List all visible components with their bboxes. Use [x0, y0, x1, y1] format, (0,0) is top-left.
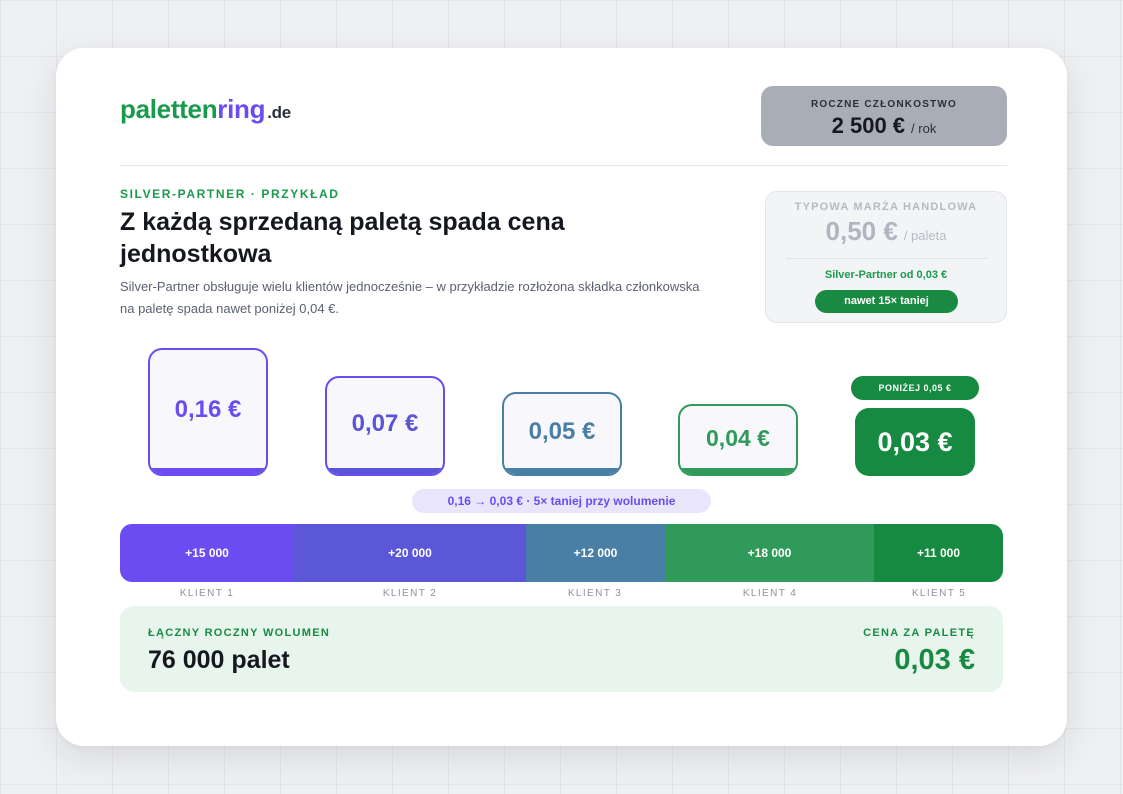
eyebrow-label: SILVER-PARTNER · PRZYKŁAD	[120, 187, 340, 201]
membership-unit: / rok	[911, 121, 937, 136]
client-label-2: KLIENT 2	[382, 588, 438, 599]
brand-tld: .de	[267, 103, 291, 122]
price-tile-2: 0,07 €	[325, 376, 445, 476]
volume-segment-client-5: +11 000	[874, 524, 1003, 582]
price-tile-accent	[327, 468, 443, 474]
price-per-pallet-label: CENA ZA PALETĘ	[863, 627, 975, 639]
price-tile-value: 0,04 €	[706, 424, 770, 451]
price-tile-1: 0,16 €	[148, 348, 268, 476]
client-label-1: KLIENT 1	[179, 588, 235, 599]
price-tile-value: 0,05 €	[528, 418, 596, 445]
volume-segment-client-3: +12 000	[526, 524, 665, 582]
price-tile-accent	[504, 468, 620, 474]
header-divider	[120, 165, 1007, 166]
partner-price-text: Silver-Partner od 0,03 €	[824, 269, 948, 281]
price-tile-5: 0,03 €	[855, 408, 975, 476]
price-tile-accent	[150, 468, 266, 474]
client-label-5: KLIENT 5	[911, 588, 967, 599]
brand-name-part2: ring	[217, 94, 266, 124]
intro-description: Silver-Partner obsługuje wielu klientów …	[120, 279, 700, 316]
margin-value: 0,50 €	[825, 216, 898, 246]
volume-bar: +15 000 +20 000 +12 000 +18 000 +11 000	[120, 524, 1003, 582]
membership-badge: ROCZNE CZŁONKOSTWO 2 500 € / rok	[761, 86, 1007, 146]
margin-price: 0,50 € / paleta	[766, 216, 1006, 247]
price-tile-3: 0,05 €	[502, 392, 622, 476]
price-tile-value: 0,16 €	[174, 396, 242, 423]
price-tile-accent	[680, 468, 796, 474]
membership-price: 2 500 € / rok	[761, 113, 1007, 139]
summary-panel: ŁĄCZNY ROCZNY WOLUMEN 76 000 palet CENA …	[120, 606, 1003, 692]
comparison-pill: 0,16 → 0,03 € · 5× taniej przy wolumenie	[412, 489, 711, 513]
price-per-pallet-value: 0,03 €	[894, 644, 975, 676]
margin-comparison-box: TYPOWA MARŻA HANDLOWA 0,50 € / paleta Sil…	[765, 191, 1007, 323]
client-label-3: KLIENT 3	[567, 588, 623, 599]
below-price-badge: PONIŻEJ 0,05 €	[851, 376, 979, 400]
total-volume-label: ŁĄCZNY ROCZNY WOLUMEN	[148, 627, 331, 639]
pricing-card: palettenring .de ROCZNE CZŁONKOSTWO 2 500…	[56, 48, 1067, 746]
margin-divider	[786, 258, 988, 259]
page-title: Z każdą sprzedaną paletą spada cena jedn…	[120, 208, 565, 268]
total-volume-value: 76 000 palet	[148, 646, 290, 674]
savings-pill: nawet 15× taniej	[815, 290, 958, 313]
brand-logo[interactable]: palettenring .de	[120, 94, 291, 125]
volume-segment-client-1: +15 000	[120, 524, 294, 582]
margin-unit: / paleta	[903, 228, 947, 243]
price-tile-4: 0,04 €	[678, 404, 798, 476]
volume-segment-client-4: +18 000	[665, 524, 874, 582]
membership-value: 2 500 €	[831, 113, 906, 138]
price-tile-value: 0,07 €	[351, 410, 419, 437]
client-label-4: KLIENT 4	[742, 588, 798, 599]
brand-name-part1: paletten	[120, 94, 218, 124]
margin-label: TYPOWA MARŻA HANDLOWA	[794, 201, 978, 213]
volume-segment-client-2: +20 000	[294, 524, 526, 582]
membership-label: ROCZNE CZŁONKOSTWO	[810, 99, 958, 110]
price-tile-value: 0,03 €	[877, 426, 953, 457]
